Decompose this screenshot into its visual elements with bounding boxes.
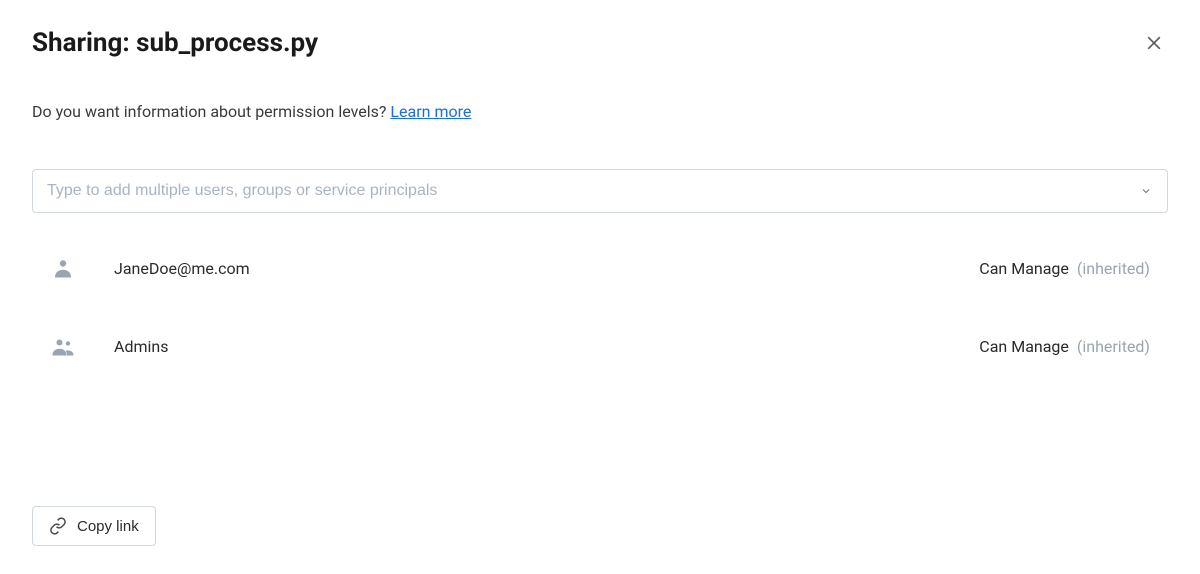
copy-link-label: Copy link [77, 518, 139, 535]
principal-selector[interactable] [32, 169, 1168, 213]
permission-level: Can Manage [979, 259, 1069, 278]
permission-row: JaneDoe@me.com Can Manage (inherited) [32, 255, 1168, 281]
info-text: Do you want information about permission… [32, 102, 1168, 121]
permission-inherited-label: (inherited) [1077, 259, 1150, 278]
principal-input[interactable] [47, 182, 1127, 200]
learn-more-link[interactable]: Learn more [390, 102, 471, 121]
user-icon [50, 255, 76, 281]
chevron-down-icon [1139, 184, 1153, 198]
permission-level-wrapper: Can Manage (inherited) [979, 337, 1150, 356]
copy-link-button[interactable]: Copy link [32, 506, 156, 546]
info-question: Do you want information about permission… [32, 102, 390, 121]
permission-inherited-label: (inherited) [1077, 337, 1150, 356]
close-icon [1144, 33, 1164, 53]
link-icon [49, 517, 67, 535]
permission-level: Can Manage [979, 337, 1069, 356]
close-button[interactable] [1140, 29, 1168, 57]
permissions-list: JaneDoe@me.com Can Manage (inherited) Ad… [32, 255, 1168, 359]
permission-row: Admins Can Manage (inherited) [32, 333, 1168, 359]
dialog-title: Sharing: sub_process.py [32, 28, 318, 58]
permission-level-wrapper: Can Manage (inherited) [979, 259, 1150, 278]
permission-principal: JaneDoe@me.com [114, 259, 979, 278]
group-icon [50, 333, 76, 359]
permission-principal: Admins [114, 337, 979, 356]
